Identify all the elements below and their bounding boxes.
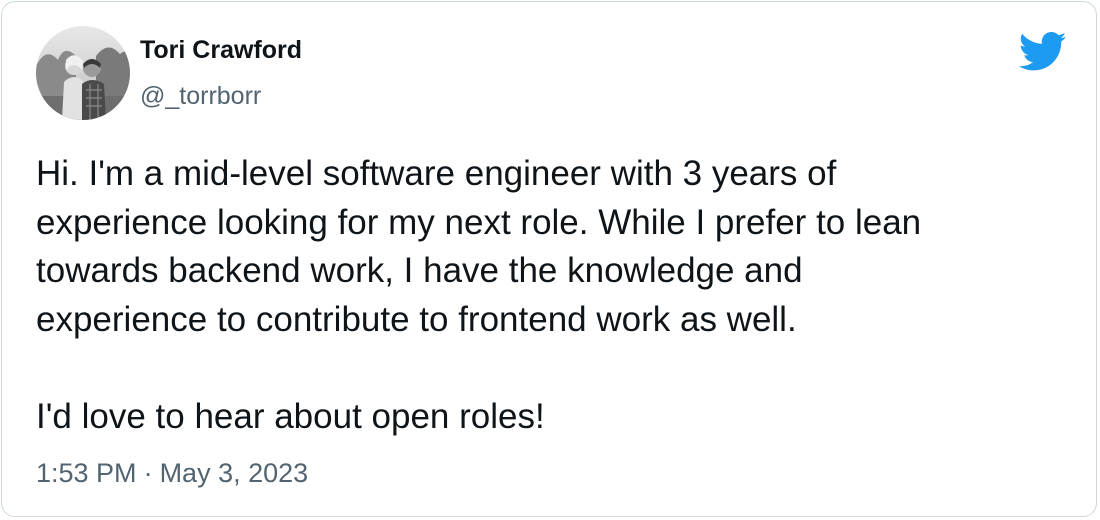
tweet-text: Hi. I'm a mid-level software engineer wi… (36, 154, 922, 436)
tweet-time[interactable]: 1:53 PM (36, 458, 137, 488)
twitter-bird-icon[interactable] (1019, 32, 1067, 72)
avatar-photo (36, 26, 130, 120)
tweet-date[interactable]: May 3, 2023 (160, 458, 309, 488)
tweet-card[interactable]: Tori Crawford @_torrborr Hi. I'm a mid-l… (1, 1, 1097, 517)
timestamp-separator: · (143, 458, 153, 488)
author-display-name[interactable]: Tori Crawford (140, 36, 302, 65)
avatar[interactable] (36, 26, 130, 120)
author-handle[interactable]: @_torrborr (140, 82, 261, 111)
tweet-timestamp[interactable]: 1:53 PM · May 3, 2023 (36, 458, 308, 489)
